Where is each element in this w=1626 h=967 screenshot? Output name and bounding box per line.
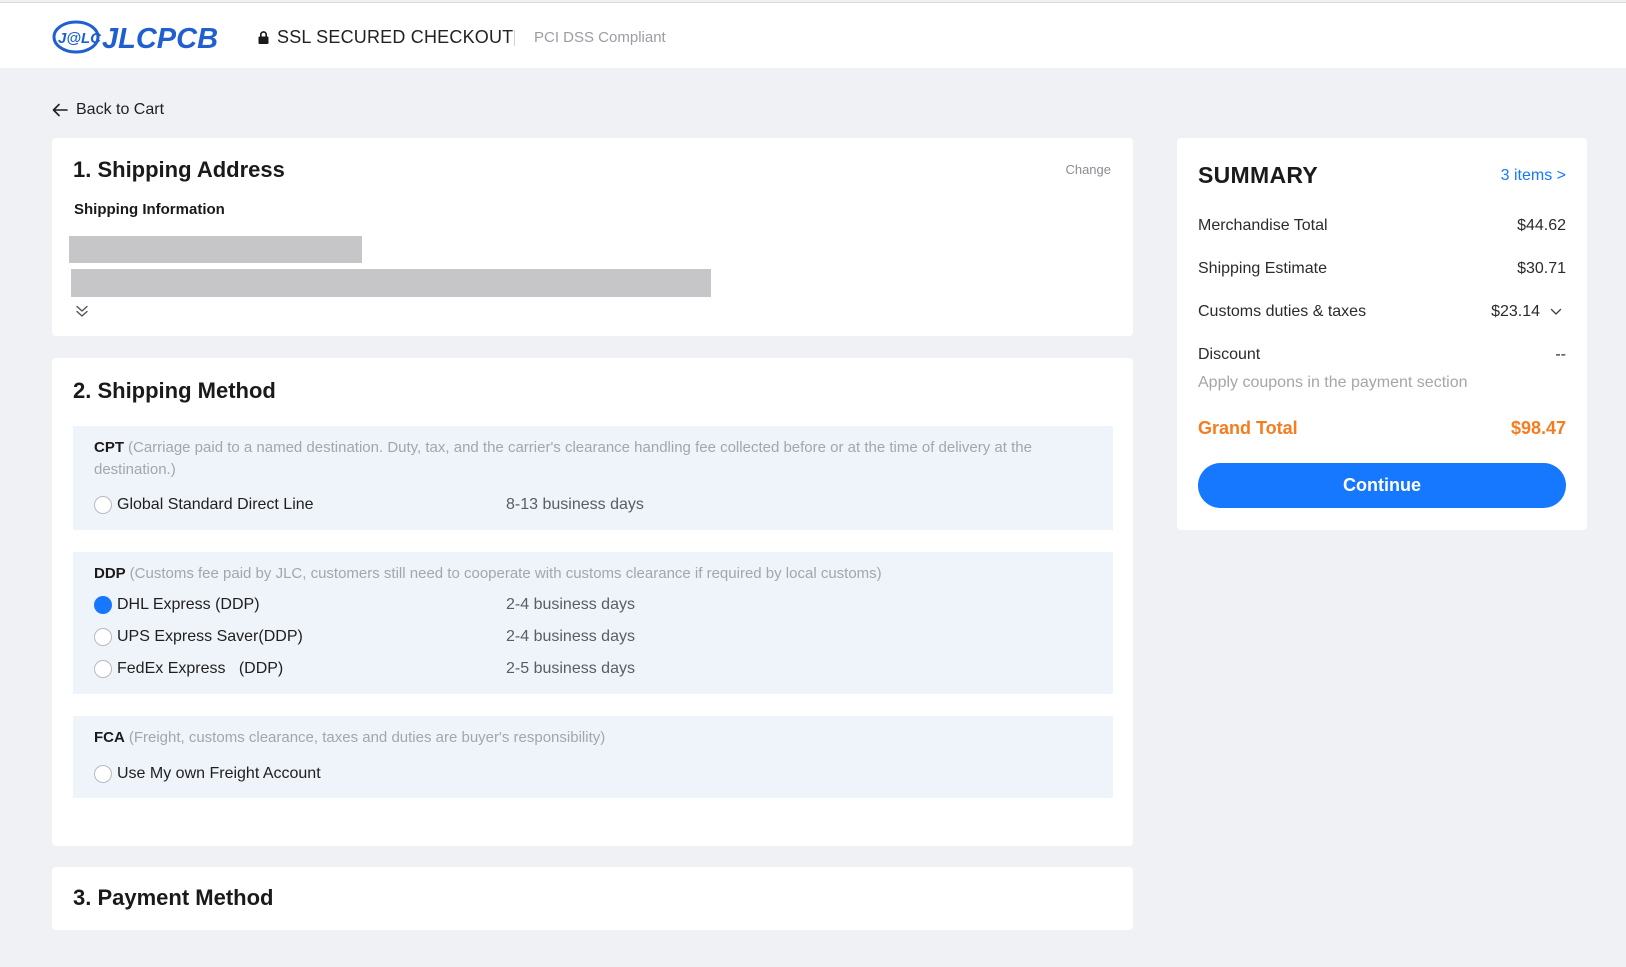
svg-text:J@LC: J@LC xyxy=(58,30,102,47)
secure-label: SSL SECURED CHECKOUT xyxy=(277,27,514,47)
back-to-cart-label: Back to Cart xyxy=(76,101,165,118)
ssl-secured-checkout: SSL SECURED CHECKOUT xyxy=(258,27,513,48)
items-count-link[interactable]: 3 items > xyxy=(1501,167,1566,185)
shipping-method-title: 2. Shipping Method xyxy=(73,378,276,403)
top-bar: J@LC JLCPCB SSL SECURED CHECKOUT PCI DSS… xyxy=(0,2,1626,68)
radio-button[interactable] xyxy=(94,628,112,646)
merchandise-total-value: $44.62 xyxy=(1517,217,1566,234)
shipping-group-ddp: DDP (Customs fee paid by JLC, customers s… xyxy=(73,552,1113,694)
delivery-days: 2-4 business days xyxy=(506,628,635,645)
chevron-down-icon[interactable] xyxy=(1550,308,1562,316)
shipping-estimate-value: $30.71 xyxy=(1517,260,1566,277)
continue-button[interactable]: Continue xyxy=(1198,463,1566,508)
radio-button[interactable] xyxy=(94,765,112,783)
delivery-days: 8-13 business days xyxy=(506,496,644,513)
shipping-option-label: Global Standard Direct Line xyxy=(117,496,314,513)
arrow-left-icon xyxy=(52,103,68,117)
shipping-estimate-label: Shipping Estimate xyxy=(1198,260,1327,277)
order-summary-card: SUMMARY 3 items > Merchandise Total $44.… xyxy=(1177,138,1587,530)
shipping-method-card: 2. Shipping Method CPT (Carriage paid to … xyxy=(52,358,1133,846)
double-chevron-down-icon[interactable] xyxy=(75,304,89,318)
ddp-description-text: (Customs fee paid by JLC, customers stil… xyxy=(129,565,882,582)
discount-label: Discount xyxy=(1198,346,1261,363)
delivery-days: 2-5 business days xyxy=(506,660,635,677)
shipping-option-fedex-express[interactable]: FedEx Express (DDP) xyxy=(94,659,283,679)
jlcpcb-logo[interactable]: J@LC JLCPCB xyxy=(52,17,222,57)
shipping-address-card: 1. Shipping Address Change Shipping Info… xyxy=(52,138,1133,336)
radio-button[interactable] xyxy=(94,660,112,678)
cpt-description: CPT (Carriage paid to a named destination… xyxy=(94,437,1089,481)
shipping-option-label: Use My own Freight Account xyxy=(117,765,321,782)
radio-button-selected[interactable] xyxy=(94,596,112,614)
fca-code: FCA xyxy=(94,729,125,746)
fca-description-text: (Freight, customs clearance, taxes and d… xyxy=(128,729,606,746)
shipping-option-label: FedEx Express (DDP) xyxy=(117,660,284,677)
shipping-group-cpt: CPT (Carriage paid to a named destination… xyxy=(73,426,1113,530)
grand-total-value: $98.47 xyxy=(1510,418,1566,438)
cpt-code: CPT xyxy=(94,439,124,456)
lock-icon xyxy=(258,31,269,44)
shipping-group-fca: FCA (Freight, customs clearance, taxes an… xyxy=(73,716,1113,798)
logo-graphic: J@LC JLCPCB xyxy=(52,20,218,55)
shipping-option-own-freight-account[interactable]: Use My own Freight Account xyxy=(94,764,321,784)
grand-total-row: Grand Total $98.47 xyxy=(1198,418,1566,439)
ddp-description: DDP (Customs fee paid by JLC, customers s… xyxy=(94,563,1089,585)
cpt-description-text: (Carriage paid to a named destination. D… xyxy=(94,439,1032,478)
shipping-option-ups-express-saver[interactable]: UPS Express Saver(DDP) xyxy=(94,627,303,647)
shipping-estimate-row: Shipping Estimate $30.71 xyxy=(1198,260,1566,280)
payment-method-card[interactable]: 3. Payment Method xyxy=(52,867,1133,930)
redacted-name xyxy=(69,236,362,263)
shipping-option-dhl-express[interactable]: DHL Express (DDP) xyxy=(94,595,260,615)
svg-text:JLCPCB: JLCPCB xyxy=(102,23,218,55)
coupon-note: Apply coupons in the payment section xyxy=(1198,374,1468,391)
redacted-address xyxy=(71,269,711,297)
summary-title: SUMMARY xyxy=(1198,162,1319,188)
discount-row: Discount -- xyxy=(1198,346,1566,366)
payment-method-title: 3. Payment Method xyxy=(73,885,274,910)
customs-duties-row[interactable]: Customs duties & taxes $23.14 xyxy=(1198,303,1566,323)
shipping-address-title: 1. Shipping Address xyxy=(73,157,285,182)
customs-duties-value: $23.14 xyxy=(1491,303,1540,320)
grand-total-label: Grand Total xyxy=(1198,418,1298,438)
back-to-cart-link[interactable]: Back to Cart xyxy=(52,101,164,119)
fca-description: FCA (Freight, customs clearance, taxes an… xyxy=(94,727,1089,749)
change-address-button[interactable]: Change xyxy=(1065,162,1111,177)
shipping-option-global-standard[interactable]: Global Standard Direct Line xyxy=(94,495,314,515)
shipping-option-label: UPS Express Saver(DDP) xyxy=(117,628,303,645)
shipping-option-label: DHL Express (DDP) xyxy=(117,596,260,613)
ddp-code: DDP xyxy=(94,565,126,582)
customs-duties-label: Customs duties & taxes xyxy=(1198,303,1367,320)
discount-value: -- xyxy=(1555,346,1566,363)
header-divider xyxy=(514,30,515,46)
pci-compliance-label: PCI DSS Compliant xyxy=(534,29,666,46)
merchandise-total-label: Merchandise Total xyxy=(1198,217,1328,234)
shipping-information-label: Shipping Information xyxy=(74,201,225,218)
customs-duties-value-wrap[interactable]: $23.14 xyxy=(1491,303,1562,321)
delivery-days: 2-4 business days xyxy=(506,596,635,613)
radio-button[interactable] xyxy=(94,496,112,514)
merchandise-total-row: Merchandise Total $44.62 xyxy=(1198,217,1566,237)
